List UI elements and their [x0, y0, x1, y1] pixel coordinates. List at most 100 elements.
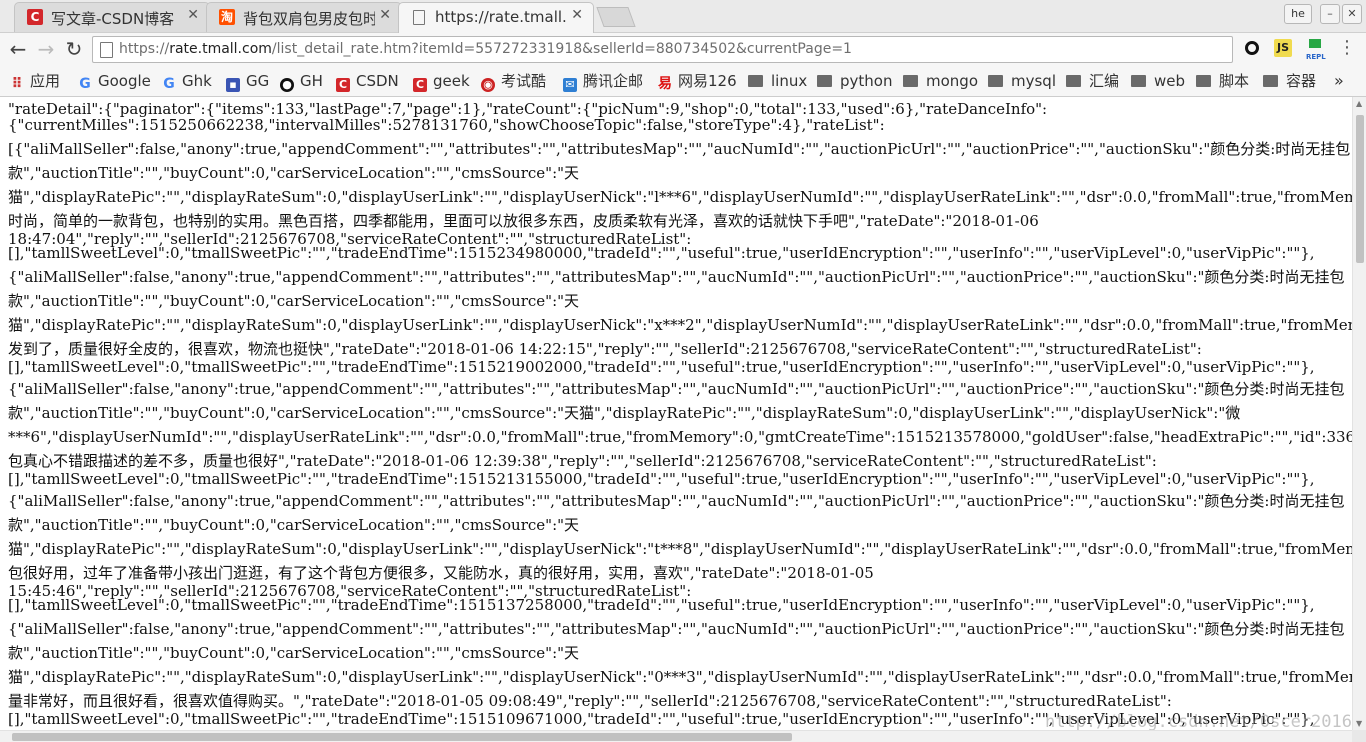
- json-text-line: ***6","displayUserNumId":"","displayUser…: [8, 428, 1352, 446]
- json-text-line: 款","auctionTitle":"","buyCount":0,"carSe…: [8, 292, 580, 310]
- bookmark-folder-containers[interactable]: 容器: [1263, 70, 1316, 92]
- json-text-line: {"aliMallSeller":false,"anony":true,"app…: [8, 380, 1345, 398]
- scroll-up-arrow-icon[interactable]: ▲: [1356, 99, 1362, 108]
- bookmark-csdn[interactable]: C CSDN: [336, 70, 399, 92]
- browser-toolbar: ← → ↻ https://rate.tmall.com/list_detail…: [0, 33, 1366, 66]
- bookmark-geek[interactable]: Cgeek: [413, 70, 470, 92]
- bookmark-folder-mongo[interactable]: mongo: [903, 70, 978, 92]
- tab-title: https://rate.tmall.c: [435, 8, 567, 26]
- json-text-line: 款","auctionTitle":"","buyCount":0,"carSe…: [8, 164, 580, 182]
- json-text-line: {"aliMallSeller":false,"anony":true,"app…: [8, 492, 1345, 510]
- address-bar[interactable]: https://rate.tmall.com/list_detail_rate.…: [92, 36, 1233, 63]
- bookmark-ghk[interactable]: G Ghk: [162, 70, 212, 92]
- minimize-button[interactable]: –: [1320, 4, 1340, 24]
- bookmark-folder-web[interactable]: web: [1131, 70, 1185, 92]
- url-scheme: https://: [119, 41, 170, 57]
- url-text: https://rate.tmall.com/list_detail_rate.…: [119, 37, 852, 62]
- mail-icon: ✉: [563, 78, 577, 92]
- bookmark-label: mongo: [926, 72, 978, 90]
- google-icon: G: [163, 76, 175, 92]
- json-text-line: 款","auctionTitle":"","buyCount":0,"carSe…: [8, 404, 1241, 422]
- bookmark-google[interactable]: G Google: [78, 70, 151, 92]
- json-text-line: 猫","displayRatePic":"","displayRateSum":…: [8, 540, 1352, 558]
- bookmark-label: Google: [98, 72, 151, 90]
- bookmark-label: GG: [246, 72, 270, 90]
- scrollbar-corner: [1352, 730, 1366, 742]
- bookmarks-overflow-button[interactable]: »: [1334, 70, 1344, 92]
- netease-icon: 易: [658, 76, 672, 92]
- bookmark-label: 脚本: [1219, 72, 1250, 90]
- json-text-line: [],"tamllSweetLevel":0,"tmallSweetPic":"…: [8, 596, 1315, 614]
- google-icon: G: [79, 76, 91, 92]
- github-icon: ●: [280, 78, 294, 92]
- vertical-scroll-thumb[interactable]: [1356, 115, 1364, 263]
- bookmark-label: mysql: [1011, 72, 1056, 90]
- back-button[interactable]: ←: [6, 38, 30, 62]
- bookmark-gh[interactable]: ● GH: [280, 70, 323, 92]
- folder-icon: [817, 75, 832, 87]
- vertical-scrollbar[interactable]: ▲ ▼: [1352, 97, 1366, 730]
- bookmark-label: web: [1154, 72, 1186, 90]
- geek-icon: C: [413, 78, 427, 92]
- close-icon[interactable]: ✕: [571, 7, 583, 23]
- json-text-line: [{"aliMallSeller":false,"anony":true,"ap…: [8, 140, 1351, 158]
- forward-button[interactable]: →: [34, 38, 58, 62]
- json-text-line: [],"tamllSweetLevel":0,"tmallSweetPic":"…: [8, 358, 1315, 376]
- folder-icon: [1066, 75, 1081, 87]
- eye-icon: ◉: [481, 78, 495, 92]
- bookmark-folder-python[interactable]: python: [817, 70, 892, 92]
- horizontal-scroll-thumb[interactable]: [12, 733, 792, 741]
- tab-title: 背包双肩包男皮包时: [243, 10, 375, 28]
- reload-button[interactable]: ↻: [62, 38, 86, 62]
- bookmark-label: python: [840, 72, 893, 90]
- csdn-icon: C: [27, 9, 43, 25]
- json-text-line: [],"tamllSweetLevel":0,"tmallSweetPic":"…: [8, 470, 1315, 488]
- window-close-button[interactable]: ✕: [1342, 4, 1362, 24]
- bookmark-folder-huibian[interactable]: 汇编: [1066, 70, 1119, 92]
- bookmark-apps[interactable]: ⠿ 应用: [10, 70, 60, 92]
- tab-csdn-write[interactable]: C 写文章-CSDN博客 ✕: [14, 2, 210, 32]
- json-text-line: 款","auctionTitle":"","buyCount":0,"carSe…: [8, 644, 580, 662]
- new-tab-button[interactable]: [596, 7, 636, 27]
- tab-taobao[interactable]: 淘 背包双肩包男皮包时 ✕: [206, 2, 402, 32]
- bookmarks-bar: ⠿ 应用 G Google G Ghk ▪ GG ● GH C CSDN Cgeek ◉ 考试…: [0, 66, 1366, 97]
- page-info-icon[interactable]: [100, 42, 113, 58]
- bookmark-netease[interactable]: 易网易126: [658, 70, 737, 92]
- bookmark-label: 容器: [1286, 72, 1317, 90]
- json-text-line: 猫","displayRatePic":"","displayRateSum":…: [8, 668, 1352, 686]
- scroll-down-arrow-icon[interactable]: ▼: [1356, 719, 1362, 728]
- json-text-line: 款","auctionTitle":"","buyCount":0,"carSe…: [8, 516, 580, 534]
- profile-button[interactable]: he: [1284, 4, 1312, 24]
- page-icon: [413, 10, 425, 25]
- json-text-line: {"currentMilles":1515250662238,"interval…: [8, 116, 885, 134]
- close-icon[interactable]: ✕: [187, 7, 199, 23]
- bookmark-label: 考试酷: [501, 72, 547, 90]
- menu-icon[interactable]: ⋮: [1338, 39, 1356, 57]
- json-text-line: 猫","displayRatePic":"","displayRateSum":…: [8, 316, 1352, 334]
- bookmark-label: 腾讯企邮: [583, 72, 644, 90]
- tab-rate-tmall[interactable]: https://rate.tmall.c ✕: [398, 2, 594, 33]
- horizontal-scrollbar[interactable]: [0, 730, 1352, 742]
- bookmark-label: 网易126: [678, 72, 737, 90]
- record-extension-icon[interactable]: [1243, 39, 1261, 57]
- folder-icon: [988, 75, 1003, 87]
- bookmark-folder-linux[interactable]: linux: [748, 70, 807, 92]
- json-text-line: {"aliMallSeller":false,"anony":true,"app…: [8, 620, 1345, 638]
- apps-icon: ⠿: [11, 76, 23, 92]
- close-icon[interactable]: ✕: [379, 7, 391, 23]
- bookmark-folder-mysql[interactable]: mysql: [988, 70, 1056, 92]
- bookmark-kaoshiku[interactable]: ◉ 考试酷: [481, 70, 546, 92]
- bookmark-tencent-mail[interactable]: ✉ 腾讯企邮: [563, 70, 643, 92]
- json-text-line: [],"tamllSweetLevel":0,"tmallSweetPic":"…: [8, 244, 1315, 262]
- url-host: rate.tmall.com: [169, 41, 272, 57]
- bookmark-gg[interactable]: ▪ GG: [226, 70, 269, 92]
- repl-extension-icon[interactable]: REPL: [1306, 39, 1326, 61]
- csdn-icon: C: [336, 78, 350, 92]
- tab-strip: C 写文章-CSDN博客 ✕ 淘 背包双肩包男皮包时 ✕ https://rat…: [0, 0, 1366, 33]
- bookmark-label: CSDN: [356, 72, 399, 90]
- bookmark-folder-scripts[interactable]: 脚本: [1196, 70, 1249, 92]
- json-text-line: 时尚，简单的一款背包，也特别的实用。黑色百搭，四季都能用，里面可以放很多东西，皮…: [8, 212, 1039, 230]
- js-extension-icon[interactable]: JS: [1274, 39, 1292, 57]
- folder-icon: [1196, 75, 1211, 87]
- json-text-line: 包很好用，过年了准备带小孩出门逛逛，有了这个背包方便很多，又能防水，真的很好用，…: [8, 564, 874, 582]
